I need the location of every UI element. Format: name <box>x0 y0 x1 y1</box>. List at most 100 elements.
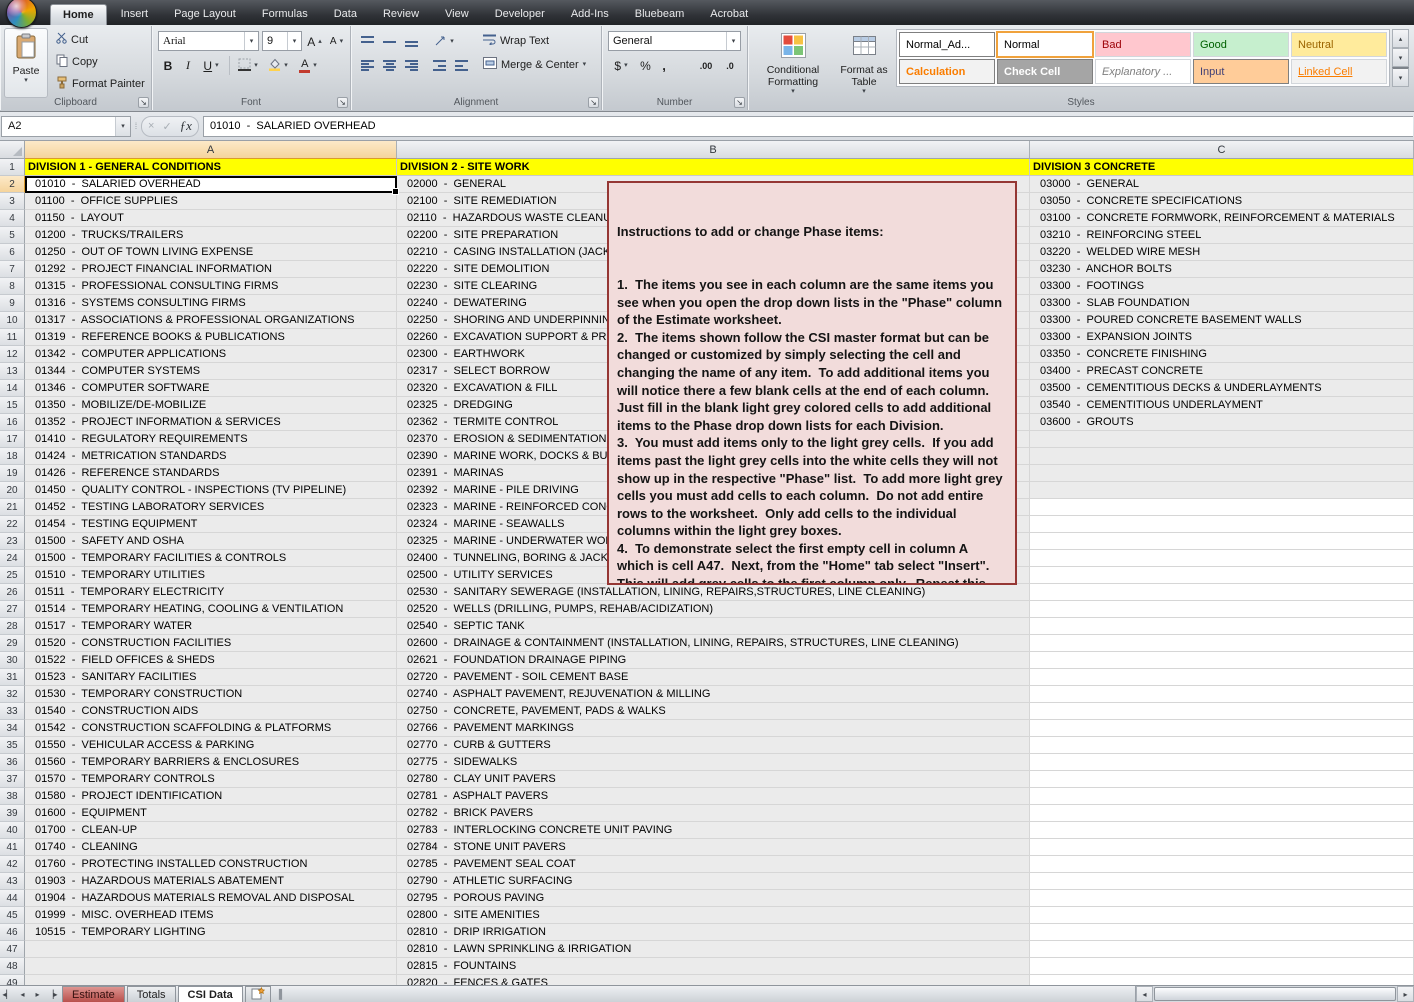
cell-C11[interactable]: 03300 - EXPANSION JOINTS <box>1030 329 1414 346</box>
cell-A36[interactable]: 01560 - TEMPORARY BARRIERS & ENCLOSURES <box>25 754 397 771</box>
row-number-48[interactable]: 48 <box>0 958 25 975</box>
scroll-right-icon[interactable]: ▸ <box>1397 986 1414 1002</box>
cell-C10[interactable]: 03300 - POURED CONCRETE BASEMENT WALLS <box>1030 312 1414 329</box>
cell-C15[interactable]: 03540 - CEMENTITIOUS UNDERLAYMENT <box>1030 397 1414 414</box>
row-number-26[interactable]: 26 <box>0 584 25 601</box>
row-number-19[interactable]: 19 <box>0 465 25 482</box>
row-number-33[interactable]: 33 <box>0 703 25 720</box>
paste-button[interactable]: Paste ▾ <box>4 28 48 98</box>
cell-A33[interactable]: 01540 - CONSTRUCTION AIDS <box>25 703 397 720</box>
number-format-dropdown-icon[interactable]: ▾ <box>726 32 740 50</box>
align-left-button[interactable] <box>357 55 378 76</box>
cell-B47[interactable]: 02810 - LAWN SPRINKLING & IRRIGATION <box>397 941 1030 958</box>
row-number-35[interactable]: 35 <box>0 737 25 754</box>
cell-C44[interactable] <box>1030 890 1414 907</box>
row-number-32[interactable]: 32 <box>0 686 25 703</box>
align-center-button[interactable] <box>379 55 400 76</box>
align-middle-button[interactable] <box>379 31 400 52</box>
cell-A31[interactable]: 01523 - SANITARY FACILITIES <box>25 669 397 686</box>
first-sheet-button[interactable]: ◂▏ <box>0 986 15 1002</box>
format-painter-button[interactable]: Format Painter <box>52 74 149 93</box>
cell-C16[interactable]: 03600 - GROUTS <box>1030 414 1414 431</box>
row-number-6[interactable]: 6 <box>0 244 25 261</box>
row-number-25[interactable]: 25 <box>0 567 25 584</box>
cell-B34[interactable]: 02766 - PAVEMENT MARKINGS <box>397 720 1030 737</box>
cell-A4[interactable]: 01150 - LAYOUT <box>25 210 397 227</box>
cell-A15[interactable]: 01350 - MOBILIZE/DE-MOBILIZE <box>25 397 397 414</box>
cell-C49[interactable] <box>1030 975 1414 985</box>
cell-C17[interactable] <box>1030 431 1414 448</box>
row-number-38[interactable]: 38 <box>0 788 25 805</box>
orientation-dropdown-icon[interactable]: ▾ <box>450 38 454 46</box>
cell-C8[interactable]: 03300 - FOOTINGS <box>1030 278 1414 295</box>
cell-A37[interactable]: 01570 - TEMPORARY CONTROLS <box>25 771 397 788</box>
shrink-font-button[interactable]: A▾ <box>326 31 347 52</box>
cell-B27[interactable]: 02520 - WELLS (DRILLING, PUMPS, REHAB/AC… <box>397 601 1030 618</box>
clipboard-dialog-launcher[interactable]: ↘ <box>138 97 149 108</box>
cell-C20[interactable] <box>1030 482 1414 499</box>
division-header-B[interactable]: DIVISION 2 - SITE WORK <box>397 159 1030 176</box>
ribbon-tab-developer[interactable]: Developer <box>483 4 557 25</box>
insert-worksheet-button[interactable] <box>245 986 271 1002</box>
cell-B31[interactable]: 02720 - PAVEMENT - SOIL CEMENT BASE <box>397 669 1030 686</box>
cell-C40[interactable] <box>1030 822 1414 839</box>
cell-A42[interactable]: 01760 - PROTECTING INSTALLED CONSTRUCTIO… <box>25 856 397 873</box>
cell-style-bad[interactable]: Bad <box>1095 32 1191 57</box>
ribbon-tab-data[interactable]: Data <box>322 4 369 25</box>
row-number-29[interactable]: 29 <box>0 635 25 652</box>
cell-C45[interactable] <box>1030 907 1414 924</box>
column-header-A[interactable]: A <box>25 141 397 159</box>
cell-C2[interactable]: 03000 - GENERAL <box>1030 176 1414 193</box>
row-number-18[interactable]: 18 <box>0 448 25 465</box>
increase-indent-button[interactable] <box>451 55 472 76</box>
cell-style-normal[interactable]: Normal <box>997 32 1093 57</box>
cell-C47[interactable] <box>1030 941 1414 958</box>
cell-B44[interactable]: 02795 - POROUS PAVING <box>397 890 1030 907</box>
cell-A5[interactable]: 01200 - TRUCKS/TRAILERS <box>25 227 397 244</box>
row-number-10[interactable]: 10 <box>0 312 25 329</box>
accounting-format-button[interactable]: $▾ <box>608 55 634 76</box>
underline-dropdown-icon[interactable]: ▾ <box>215 62 219 70</box>
cell-C29[interactable] <box>1030 635 1414 652</box>
cell-C39[interactable] <box>1030 805 1414 822</box>
name-box-dropdown-icon[interactable]: ▾ <box>115 117 130 136</box>
align-right-button[interactable] <box>401 55 422 76</box>
row-number-45[interactable]: 45 <box>0 907 25 924</box>
conditional-formatting-dropdown-icon[interactable]: ▾ <box>791 88 795 96</box>
cell-A21[interactable]: 01452 - TESTING LABORATORY SERVICES <box>25 499 397 516</box>
alignment-dialog-launcher[interactable]: ↘ <box>588 97 599 108</box>
row-number-23[interactable]: 23 <box>0 533 25 550</box>
merge-center-button[interactable]: Merge & Center ▾ <box>479 55 590 74</box>
cell-A25[interactable]: 01510 - TEMPORARY UTILITIES <box>25 567 397 584</box>
row-number-47[interactable]: 47 <box>0 941 25 958</box>
cell-B41[interactable]: 02784 - STONE UNIT PAVERS <box>397 839 1030 856</box>
ribbon-tab-view[interactable]: View <box>433 4 481 25</box>
row-number-14[interactable]: 14 <box>0 380 25 397</box>
cell-C42[interactable] <box>1030 856 1414 873</box>
cell-B29[interactable]: 02600 - DRAINAGE & CONTAINMENT (INSTALLA… <box>397 635 1030 652</box>
orientation-button[interactable]: ▾ <box>429 31 459 52</box>
cell-A3[interactable]: 01100 - OFFICE SUPPLIES <box>25 193 397 210</box>
cell-B30[interactable]: 02621 - FOUNDATION DRAINAGE PIPING <box>397 652 1030 669</box>
accounting-dropdown-icon[interactable]: ▾ <box>624 62 628 70</box>
cell-B48[interactable]: 02815 - FOUNTAINS <box>397 958 1030 975</box>
cell-C34[interactable] <box>1030 720 1414 737</box>
ribbon-tab-review[interactable]: Review <box>371 4 431 25</box>
cell-style-input[interactable]: Input <box>1193 59 1289 84</box>
cell-A47[interactable] <box>25 941 397 958</box>
row-number-27[interactable]: 27 <box>0 601 25 618</box>
formula-bar-handle[interactable]: ⁞ <box>131 116 141 137</box>
tab-split-handle[interactable]: ▐ <box>275 986 283 1002</box>
cell-C13[interactable]: 03400 - PRECAST CONCRETE <box>1030 363 1414 380</box>
cell-A19[interactable]: 01426 - REFERENCE STANDARDS <box>25 465 397 482</box>
italic-button[interactable]: I <box>179 55 197 76</box>
cell-A13[interactable]: 01344 - COMPUTER SYSTEMS <box>25 363 397 380</box>
cell-C33[interactable] <box>1030 703 1414 720</box>
cell-A22[interactable]: 01454 - TESTING EQUIPMENT <box>25 516 397 533</box>
bold-button[interactable]: B <box>158 55 178 76</box>
font-size-combo[interactable]: 9 ▾ <box>262 31 302 51</box>
align-top-button[interactable] <box>357 31 378 52</box>
previous-sheet-button[interactable]: ◂ <box>15 986 30 1002</box>
borders-dropdown-icon[interactable]: ▾ <box>254 62 258 70</box>
column-header-B[interactable]: B <box>397 141 1030 159</box>
